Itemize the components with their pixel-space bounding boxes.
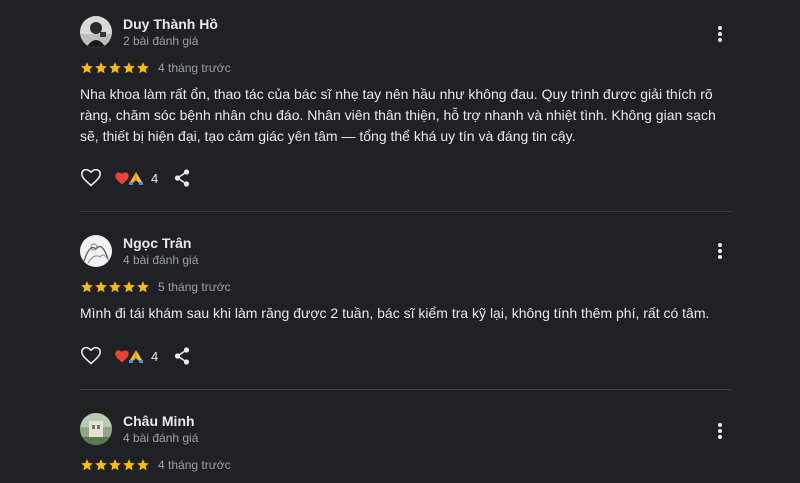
- star-icon: [81, 281, 93, 293]
- more-options-button[interactable]: [708, 419, 732, 443]
- review-text: Nha khoa làm rất ổn, thao tác của bác sĩ…: [80, 86, 716, 144]
- review-date: 4 tháng trước: [158, 458, 231, 472]
- review-actions: 4: [80, 345, 192, 367]
- reviews-feed: Duy Thành Hồ 2 bài đánh giá 4 tháng trướ…: [0, 0, 800, 483]
- more-options-button[interactable]: [708, 239, 732, 263]
- red-heart-emoji-icon: [115, 171, 129, 184]
- reaction-count: 4: [151, 348, 159, 364]
- more-options-button[interactable]: [708, 22, 732, 46]
- star-icon: [95, 459, 107, 471]
- star-icon: [109, 62, 121, 74]
- reaction-count: 4: [151, 170, 159, 186]
- rating-row: 4 tháng trước: [80, 60, 231, 76]
- star-rating: [80, 280, 150, 294]
- like-button[interactable]: [80, 167, 102, 189]
- star-icon: [123, 281, 135, 293]
- review-date: 4 tháng trước: [158, 61, 231, 75]
- folded-hands-emoji-icon: [129, 350, 143, 363]
- star-icon: [137, 459, 149, 471]
- star-icon: [123, 62, 135, 74]
- red-heart-emoji-icon: [115, 349, 129, 362]
- profile-photo-icon: [80, 16, 112, 48]
- more-vert-icon: [718, 423, 722, 439]
- reactions-summary[interactable]: 4: [115, 349, 158, 364]
- author-name[interactable]: Ngọc Trân: [123, 235, 191, 251]
- star-icon: [109, 459, 121, 471]
- share-button[interactable]: [172, 168, 192, 188]
- review-divider: [80, 211, 732, 212]
- more-vert-icon: [718, 243, 722, 259]
- author-name[interactable]: Duy Thành Hồ: [123, 16, 218, 32]
- avatar[interactable]: [80, 413, 112, 445]
- review-card: Châu Minh 4 bài đánh giá 4 tháng trước: [80, 413, 732, 483]
- like-button[interactable]: [80, 345, 102, 367]
- review-text: Mình đi tái khám sau khi làm răng được 2…: [80, 305, 710, 321]
- folded-hands-emoji-icon: [129, 172, 143, 185]
- profile-photo-icon: [80, 235, 112, 267]
- avatar[interactable]: [80, 16, 112, 48]
- star-icon: [137, 281, 149, 293]
- author-review-count[interactable]: 2 bài đánh giá: [123, 34, 198, 48]
- heart-outline-icon: [81, 347, 101, 365]
- star-icon: [95, 62, 107, 74]
- review-card: Duy Thành Hồ 2 bài đánh giá 4 tháng trướ…: [80, 16, 732, 191]
- more-vert-icon: [718, 26, 722, 42]
- reactions-summary[interactable]: 4: [115, 171, 158, 186]
- review-date: 5 tháng trước: [158, 280, 231, 294]
- author-review-count[interactable]: 4 bài đánh giá: [123, 253, 198, 267]
- author-name[interactable]: Châu Minh: [123, 413, 195, 429]
- review-divider: [80, 389, 732, 390]
- share-button[interactable]: [172, 346, 192, 366]
- heart-outline-icon: [81, 169, 101, 187]
- review-card: Ngọc Trân 4 bài đánh giá 5 tháng trước M…: [80, 235, 732, 370]
- star-rating: [80, 458, 150, 472]
- avatar[interactable]: [80, 235, 112, 267]
- star-icon: [123, 459, 135, 471]
- star-icon: [137, 62, 149, 74]
- rating-row: 5 tháng trước: [80, 279, 231, 295]
- star-rating: [80, 61, 150, 75]
- star-icon: [109, 281, 121, 293]
- rating-row: 4 tháng trước: [80, 457, 231, 473]
- author-review-count[interactable]: 4 bài đánh giá: [123, 431, 198, 445]
- review-actions: 4: [80, 167, 192, 189]
- star-icon: [95, 281, 107, 293]
- share-icon: [175, 169, 190, 187]
- share-icon: [175, 347, 190, 365]
- star-icon: [81, 459, 93, 471]
- profile-photo-icon: [80, 413, 112, 445]
- star-icon: [81, 62, 93, 74]
